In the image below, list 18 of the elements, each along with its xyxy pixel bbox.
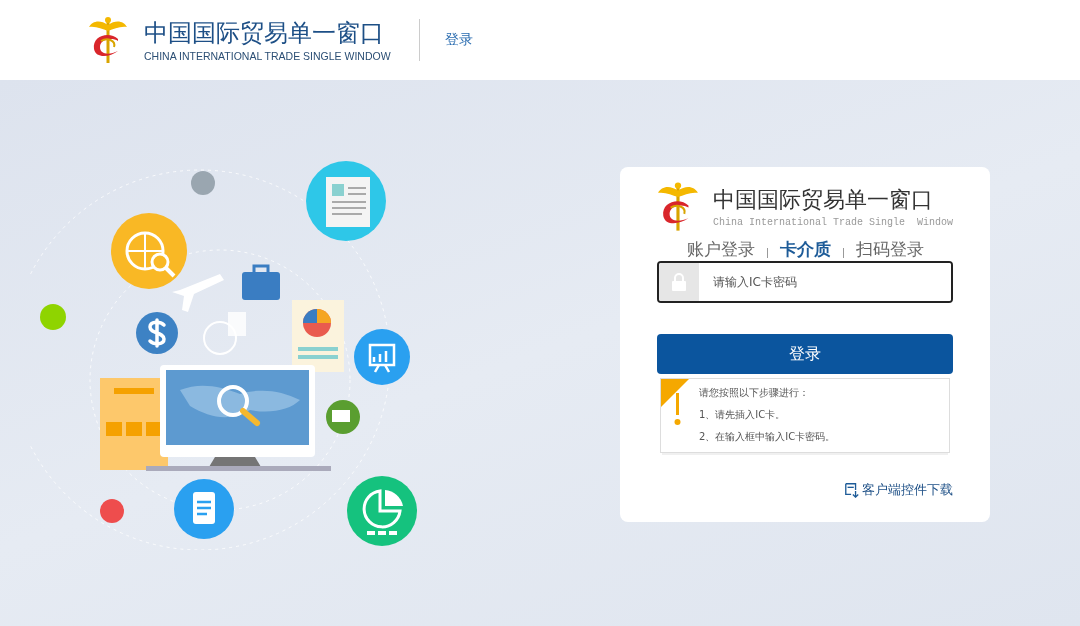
site-title: 中国国际贸易单一窗口 <box>144 18 385 48</box>
caduceus-logo-icon <box>657 179 699 234</box>
login-button[interactable]: 登录 <box>657 334 953 374</box>
login-tab[interactable]: 扫码登录 <box>855 238 924 260</box>
site-title: 中国国际贸易单一窗口 <box>712 185 934 214</box>
download-link[interactable]: 客户端控件下载 <box>844 481 953 499</box>
site-subtitle: China International Trade Single Window <box>712 216 953 228</box>
notice-step: 1、请先插入IC卡。 <box>699 404 836 426</box>
notice-step: 2、在输入框中输入IC卡密码。 <box>699 426 836 448</box>
lock-icon <box>672 273 686 291</box>
caduceus-logo-icon <box>88 15 128 65</box>
notice-title: 请您按照以下步骤进行： <box>699 386 810 400</box>
login-tab[interactable]: 卡介质 <box>779 238 831 260</box>
download-icon <box>844 482 860 498</box>
password-field[interactable]: 请输入IC卡密码 <box>657 261 953 303</box>
login-tab[interactable]: 账户登录 <box>686 238 755 260</box>
login-link[interactable]: 登录 <box>444 31 473 49</box>
site-subtitle: CHINA INTERNATIONAL TRADE SINGLE WINDOW <box>144 50 391 62</box>
